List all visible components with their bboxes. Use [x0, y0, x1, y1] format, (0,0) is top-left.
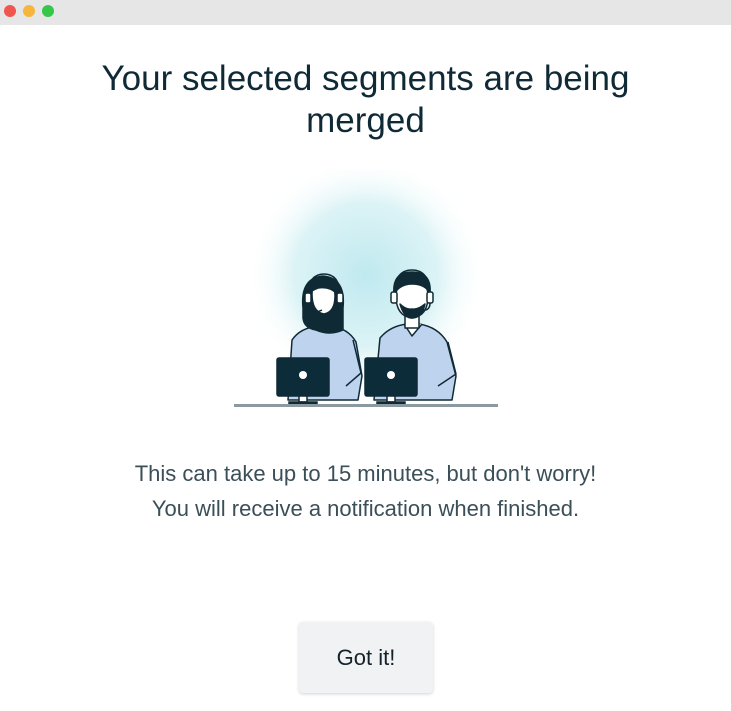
- dialog-window: Your selected segments are being merged: [0, 0, 731, 711]
- window-titlebar: [0, 0, 731, 25]
- dialog-title: Your selected segments are being merged: [101, 59, 630, 140]
- close-window-button[interactable]: [4, 5, 16, 17]
- support-agents-illustration: [234, 170, 498, 407]
- got-it-button[interactable]: Got it!: [299, 622, 433, 693]
- message-line-1: This can take up to 15 minutes, but don'…: [134, 461, 597, 486]
- desk-surface: [234, 404, 498, 407]
- dialog-message: This can take up to 15 minutes, but don'…: [40, 456, 691, 526]
- maximize-window-button[interactable]: [42, 5, 54, 17]
- message-line-2: You will receive a notification when fin…: [151, 496, 580, 521]
- minimize-window-button[interactable]: [23, 5, 35, 17]
